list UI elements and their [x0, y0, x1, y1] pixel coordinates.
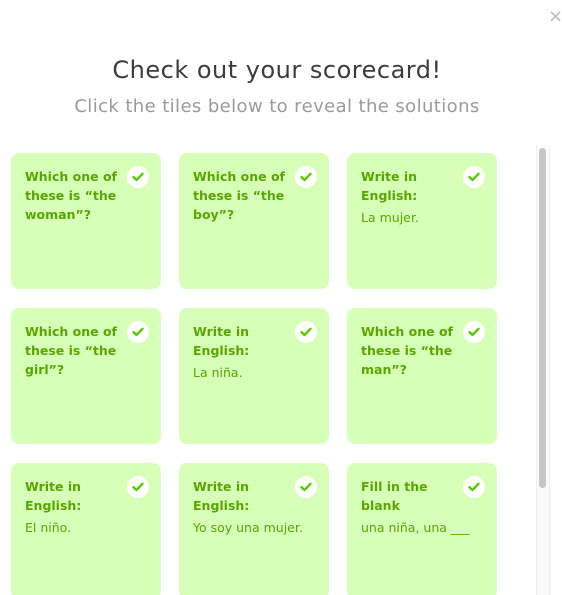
tiles-scroll-area[interactable]: Which one of these is “the woman”? Which… [0, 145, 552, 595]
tile-prompt: Which one of these is “the girl”? [25, 324, 117, 377]
tile-prompt: Fill in the blank [361, 479, 428, 513]
check-icon [295, 321, 317, 343]
close-button[interactable]: × [548, 6, 562, 28]
check-icon [463, 166, 485, 188]
check-icon [127, 166, 149, 188]
scorecard-tile[interactable]: Write in English: Yo soy una mujer. [179, 463, 329, 595]
tile-answer: El niño. [25, 520, 72, 535]
scorecard-tile[interactable]: Write in English: El niño. [11, 463, 161, 595]
tile-prompt: Write in English: [361, 169, 418, 203]
close-icon[interactable]: × [548, 6, 562, 27]
tile-answer: La niña. [193, 365, 243, 380]
scrollbar-track[interactable] [536, 145, 550, 595]
modal-title: Check out your scorecard! [112, 56, 442, 84]
scorecard-tile[interactable]: Which one of these is “the man”? [347, 308, 497, 444]
check-icon [295, 166, 317, 188]
tile-prompt: Which one of these is “the boy”? [193, 169, 285, 222]
check-icon [127, 321, 149, 343]
check-icon [295, 476, 317, 498]
tile-answer: una niña, una ___ [361, 520, 470, 535]
scrollbar-thumb[interactable] [539, 148, 546, 488]
scorecard-tile[interactable]: Write in English: La mujer. [347, 153, 497, 289]
tiles-grid: Which one of these is “the woman”? Which… [11, 153, 497, 595]
scorecard-tile[interactable]: Which one of these is “the woman”? [11, 153, 161, 289]
tile-answer: Yo soy una mujer. [193, 520, 303, 535]
tile-prompt: Write in English: [25, 479, 82, 513]
check-icon [463, 476, 485, 498]
scorecard-tile[interactable]: Fill in the blank una niña, una ___ [347, 463, 497, 595]
tile-answer: La mujer. [361, 210, 419, 225]
scorecard-tile[interactable]: Which one of these is “the boy”? [179, 153, 329, 289]
scorecard-modal: × Check out your scorecard! Click the ti… [0, 0, 562, 595]
scorecard-tile[interactable]: Write in English: La niña. [179, 308, 329, 444]
modal-subtitle: Click the tiles below to reveal the solu… [74, 96, 480, 117]
tile-prompt: Which one of these is “the woman”? [25, 169, 117, 222]
tile-prompt: Write in English: [193, 324, 250, 358]
tile-prompt: Write in English: [193, 479, 250, 513]
check-icon [463, 321, 485, 343]
check-icon [127, 476, 149, 498]
tile-prompt: Which one of these is “the man”? [361, 324, 453, 377]
scorecard-tile[interactable]: Which one of these is “the girl”? [11, 308, 161, 444]
